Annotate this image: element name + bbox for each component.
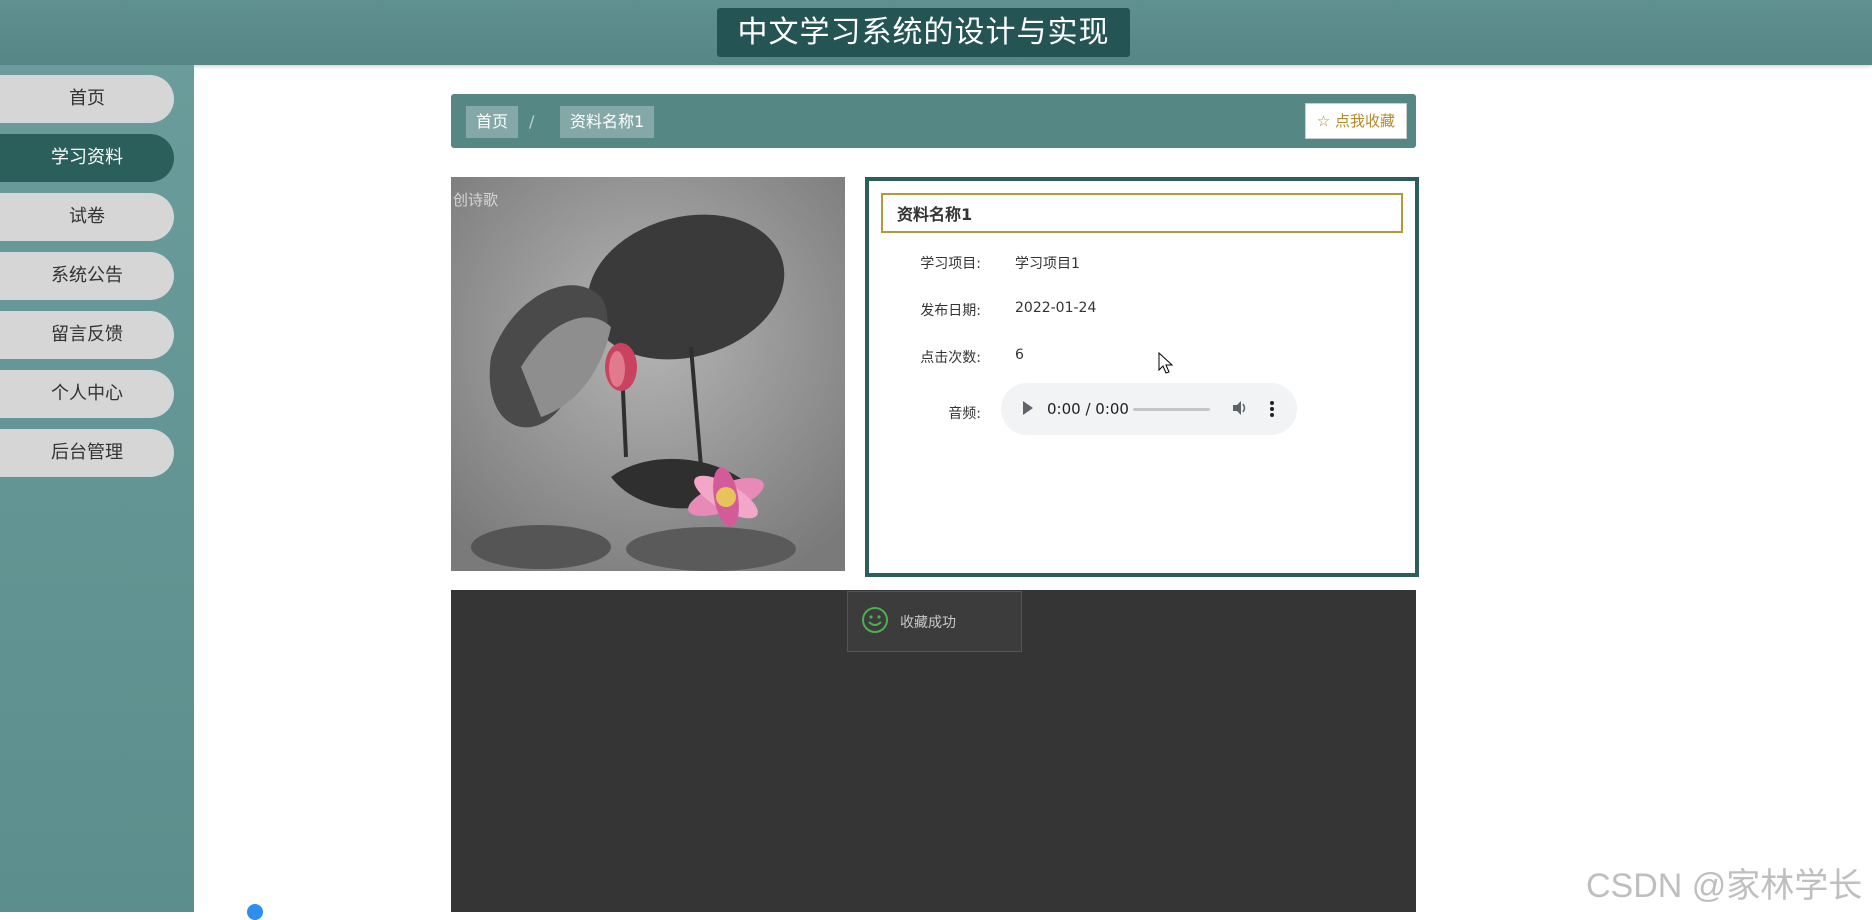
- toast-notification: 收藏成功: [847, 591, 1022, 652]
- detail-panel: 资料名称1 学习项目: 学习项目1 发布日期: 2022-01-24 点击次数:…: [865, 177, 1419, 577]
- more-options-icon[interactable]: [1269, 399, 1275, 419]
- sidebar: 首页 学习资料 试卷 系统公告 留言反馈 个人中心 后台管理: [0, 65, 194, 912]
- click-count-label: 点击次数:: [920, 350, 981, 366]
- lotus-image: [451, 177, 845, 571]
- audio-progress-bar[interactable]: [1133, 408, 1210, 411]
- breadcrumb-current[interactable]: 资料名称1: [560, 106, 655, 138]
- scroll-top-indicator[interactable]: [247, 904, 263, 920]
- study-project-label: 学习项目:: [920, 256, 981, 272]
- audio-time: 0:00 / 0:00: [1047, 400, 1129, 418]
- sidebar-item-feedback[interactable]: 留言反馈: [0, 311, 174, 359]
- watermark: CSDN @家林学长: [1586, 867, 1863, 905]
- sidebar-item-announcements[interactable]: 系统公告: [0, 252, 174, 300]
- breadcrumb: 首页 / 资料名称1 ☆ 点我收藏: [451, 94, 1416, 148]
- audio-player[interactable]: 0:00 / 0:00: [1001, 383, 1297, 435]
- cover-image: 创诗歌: [451, 177, 845, 571]
- site-title: 中文学习系统的设计与实现: [717, 8, 1130, 57]
- sidebar-item-exam-papers[interactable]: 试卷: [0, 193, 174, 241]
- play-icon[interactable]: [1023, 401, 1033, 415]
- breadcrumb-home[interactable]: 首页: [466, 106, 519, 138]
- audio-label: 音频:: [948, 406, 981, 422]
- sidebar-item-admin[interactable]: 后台管理: [0, 429, 174, 477]
- image-caption: 创诗歌: [453, 191, 499, 209]
- detail-title: 资料名称1: [881, 193, 1403, 233]
- sidebar-item-home[interactable]: 首页: [0, 75, 174, 123]
- toast-text: 收藏成功: [900, 615, 956, 631]
- smile-icon: [862, 607, 888, 633]
- volume-icon[interactable]: [1231, 399, 1249, 417]
- favorite-button[interactable]: ☆ 点我收藏: [1304, 103, 1407, 139]
- mouse-cursor-icon: [1158, 352, 1174, 374]
- publish-date-label: 发布日期:: [920, 303, 981, 319]
- click-count-value: 6: [1015, 347, 1024, 363]
- sidebar-item-personal-center[interactable]: 个人中心: [0, 370, 174, 418]
- sidebar-item-study-materials[interactable]: 学习资料: [0, 134, 174, 182]
- breadcrumb-separator: /: [529, 112, 535, 131]
- publish-date-value: 2022-01-24: [1015, 300, 1097, 316]
- study-project-value: 学习项目1: [1015, 256, 1080, 272]
- top-header: 中文学习系统的设计与实现: [0, 0, 1872, 65]
